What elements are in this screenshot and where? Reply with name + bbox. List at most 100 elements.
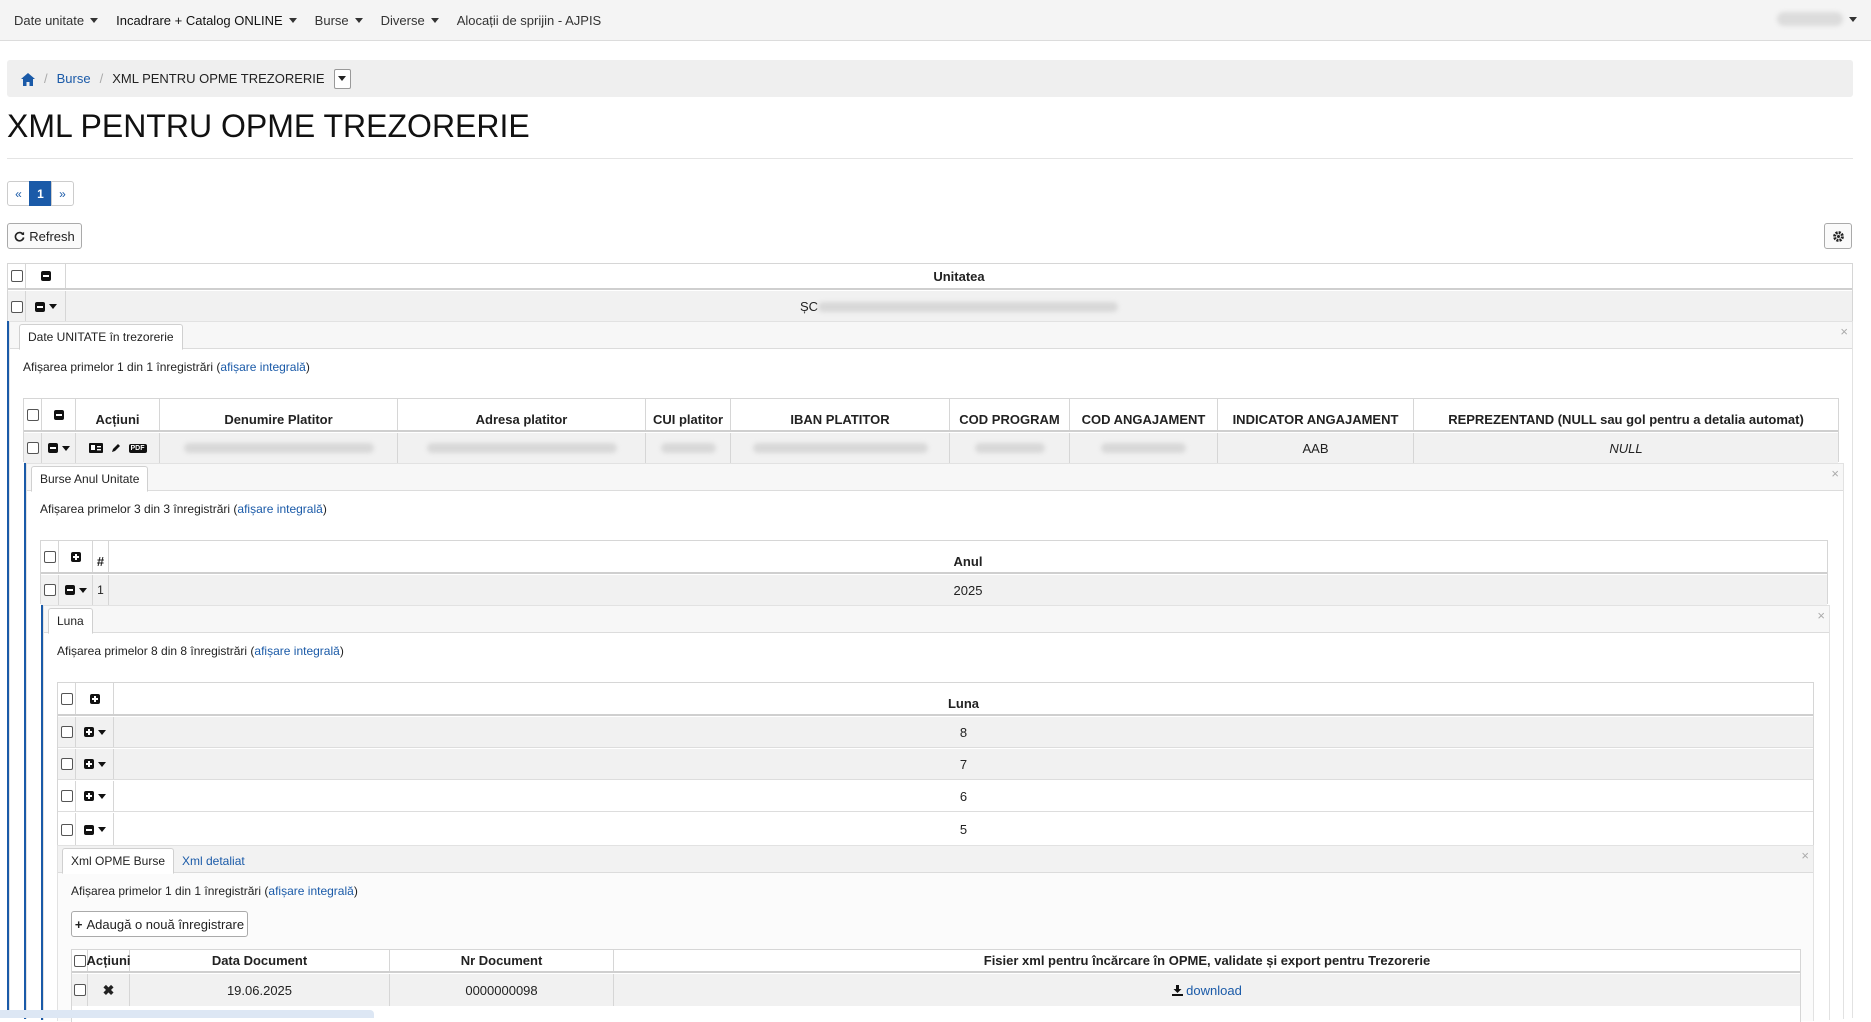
nav-burse[interactable]: Burse [315, 13, 363, 28]
column-header-cod-program: COD PROGRAM [950, 399, 1070, 430]
tab-xml-opme-burse[interactable]: Xml OPME Burse [62, 848, 175, 874]
delete-icon[interactable]: ✖ [88, 974, 130, 1006]
select-all-checkbox[interactable] [60, 692, 73, 705]
settings-button[interactable] [1824, 223, 1852, 249]
expand-all-icon[interactable] [70, 551, 81, 562]
chevron-down-icon [90, 17, 99, 23]
row-actions: PDF [76, 433, 160, 463]
chevron-down-icon[interactable] [97, 761, 106, 767]
breadcrumb-dropdown-button[interactable] [333, 68, 351, 89]
expand-all-icon[interactable] [89, 693, 100, 704]
nav-date-unitate[interactable]: Date unitate [14, 13, 99, 28]
row-checkbox[interactable] [26, 442, 39, 454]
chevron-down-icon[interactable] [97, 729, 106, 735]
document-date: 19.06.2025 [130, 974, 390, 1006]
column-header-cui-platitor: CUI platitor [646, 399, 731, 430]
select-all-checkbox[interactable] [73, 954, 86, 967]
row-checkbox[interactable] [73, 984, 86, 996]
collapse-row-icon[interactable] [64, 585, 75, 595]
select-all-checkbox[interactable] [43, 550, 56, 563]
tab-xml-detaliat[interactable]: Xml detaliat [174, 848, 253, 874]
table-header: Acțiuni Denumire Platitor Adresa platito… [24, 399, 1838, 432]
nav-label: Burse [314, 12, 349, 28]
user-menu[interactable] [1777, 12, 1857, 26]
table-row: 5 [58, 813, 1813, 846]
close-icon[interactable]: × [1840, 324, 1848, 339]
row-checkbox[interactable] [60, 758, 73, 770]
document-number: 0000000098 [390, 974, 614, 1006]
row-checkbox[interactable] [43, 584, 56, 596]
breadcrumb-separator: / [44, 71, 48, 86]
breadcrumb-burse-link[interactable]: Burse [57, 71, 91, 86]
tab-date-unitate-trezorerie[interactable]: Date UNITATE în trezorerie [19, 324, 183, 350]
column-header-cod-angajament: COD ANGAJAMENT [1070, 399, 1218, 430]
table-row: ȘC [8, 291, 1852, 322]
download-link[interactable]: download [1172, 983, 1242, 998]
show-all-link[interactable]: afișare integrală [220, 360, 305, 374]
collapse-row-icon[interactable] [83, 824, 94, 835]
download-label: download [1186, 982, 1242, 998]
adresa-redacted [426, 443, 617, 453]
select-all-checkbox[interactable] [10, 270, 23, 282]
row-checkbox[interactable] [60, 726, 73, 738]
expand-row-icon[interactable] [83, 791, 94, 801]
row-checkbox[interactable] [60, 790, 73, 802]
collapse-row-icon[interactable] [47, 443, 58, 453]
show-all-link[interactable]: afișare integrală [237, 502, 322, 516]
column-header-actiuni: Acțiuni [86, 950, 131, 971]
add-record-button[interactable]: + Adaugă o nouă înregistrare [71, 911, 248, 937]
chevron-down-icon [288, 17, 297, 23]
close-icon[interactable]: × [1831, 466, 1839, 481]
tab-luna[interactable]: Luna [48, 608, 93, 634]
chevron-down-icon[interactable] [97, 827, 106, 832]
nav-alocatii-sprijin[interactable]: Alocații de sprijin - AJPIS [457, 13, 602, 28]
refresh-icon [14, 231, 25, 242]
collapse-row-icon[interactable] [34, 301, 45, 312]
refresh-button[interactable]: Refresh [7, 223, 82, 249]
pdf-icon[interactable]: PDF [128, 443, 147, 453]
denumire-redacted [183, 443, 374, 453]
month-value: 7 [959, 756, 968, 772]
collapse-all-icon[interactable] [40, 271, 51, 281]
table-row: 8 [58, 717, 1813, 748]
expand-row-icon[interactable] [83, 727, 94, 737]
pagination-page-1[interactable]: 1 [29, 181, 52, 206]
close-icon[interactable]: × [1801, 848, 1809, 863]
table-header: Unitatea [8, 264, 1852, 290]
download-icon [1172, 984, 1184, 996]
row-checkbox[interactable] [10, 300, 23, 313]
month-panel: Luna × Afișarea primelor 8 din 8 înregis… [43, 605, 1830, 1022]
treasury-panel: Date UNITATE în trezorerie × Afișarea pr… [9, 321, 1853, 1022]
chevron-down-icon[interactable] [61, 445, 70, 451]
breadcrumb: / Burse / XML PENTRU OPME TREZORERIE [7, 60, 1853, 97]
column-header-unitatea: Unitatea [933, 268, 985, 284]
info-text: Afișarea primelor 3 din 3 înregistrări ( [40, 502, 238, 516]
nav-incadrare-catalog[interactable]: Incadrare + Catalog ONLINE [116, 13, 297, 28]
chevron-down-icon[interactable] [48, 304, 57, 309]
nav-diverse[interactable]: Diverse [381, 13, 439, 28]
expand-row-icon[interactable] [83, 759, 94, 769]
month-records-info: Afișarea primelor 8 din 8 înregistrări (… [57, 644, 344, 658]
tab-burse-anul-unitate[interactable]: Burse Anul Unitate [31, 466, 149, 492]
select-all-checkbox[interactable] [26, 408, 39, 421]
year-records-info: Afișarea primelor 3 din 3 înregistrări (… [40, 502, 327, 516]
treasury-records-info: Afișarea primelor 1 din 1 înregistrări (… [23, 360, 310, 374]
chevron-down-icon[interactable] [78, 587, 87, 593]
close-icon[interactable]: × [1817, 608, 1825, 623]
breadcrumb-current: XML PENTRU OPME TREZORERIE [112, 71, 325, 86]
pencil-icon[interactable] [111, 443, 121, 453]
chevron-down-icon [338, 76, 347, 81]
pagination-prev[interactable]: « [7, 181, 30, 206]
collapse-all-icon[interactable] [53, 409, 64, 420]
home-icon[interactable] [21, 72, 35, 86]
show-all-link[interactable]: afișare integrală [268, 884, 353, 898]
column-header-adresa-platitor: Adresa platitor [398, 399, 646, 430]
year-table: # Anul 1 2025 [40, 540, 1828, 605]
show-all-link[interactable]: afișare integrală [254, 644, 339, 658]
row-checkbox[interactable] [60, 823, 73, 836]
indicator-angajament-value: AAB [1218, 433, 1414, 463]
chevron-down-icon[interactable] [97, 793, 106, 799]
id-card-icon[interactable] [88, 443, 103, 453]
column-header-luna: Luna [947, 696, 980, 711]
pagination-next[interactable]: » [51, 181, 74, 206]
